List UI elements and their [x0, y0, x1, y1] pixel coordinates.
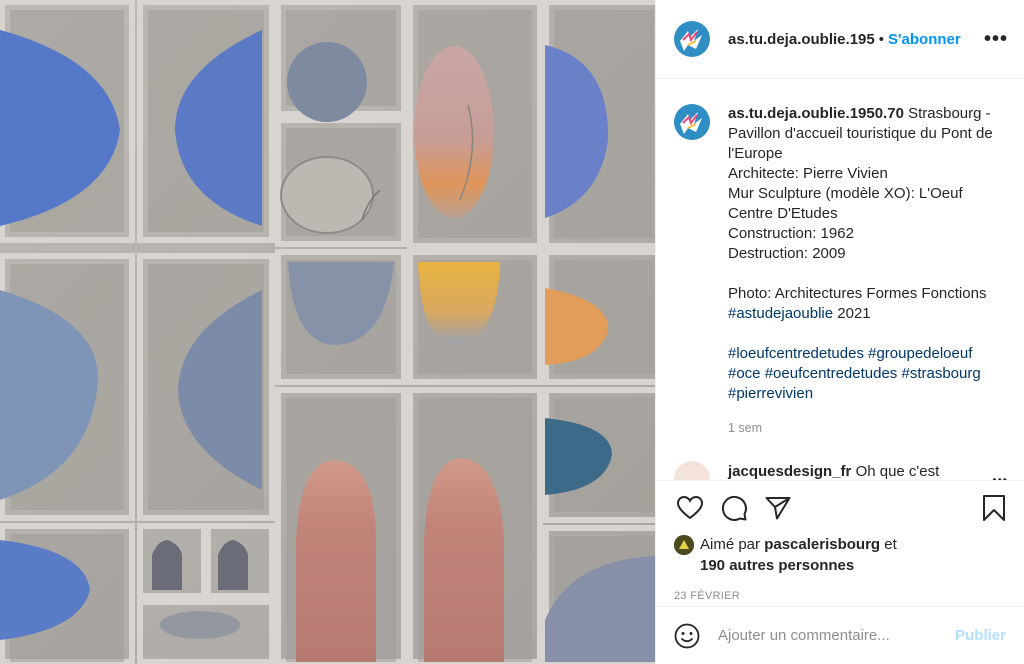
comment-input[interactable] — [718, 627, 956, 644]
likes-summary: Aimé par pascalerisbourg et 190 autres p… — [656, 534, 1024, 576]
comment-body: Oh que c'est — [855, 463, 940, 480]
comment-form: Publier — [656, 606, 1024, 664]
liker-username[interactable]: pascalerisbourg — [764, 536, 880, 553]
comment-bubble-icon[interactable] — [718, 492, 750, 524]
post-date[interactable]: 23 FÉVRIER — [656, 576, 1024, 602]
caption: as.tu.deja.oublie.1950.70 Strasbourg - P… — [656, 79, 1024, 438]
hashtag-link[interactable]: #astudejaoublie — [728, 305, 833, 322]
caption-body: as.tu.deja.oublie.1950.70 Strasbourg - P… — [728, 104, 1008, 438]
caption-text: Strasbourg - Pavillon d'accueil touristi… — [728, 105, 993, 302]
paper-plane-icon[interactable] — [762, 492, 794, 524]
likes-prefix: Aimé par — [700, 536, 765, 553]
hashtag-link[interactable]: #strasbourg — [901, 365, 980, 382]
liker-avatar[interactable] — [674, 535, 694, 555]
caption-avatar[interactable] — [674, 104, 710, 140]
author-username[interactable]: as.tu.deja.oublie.195 — [728, 31, 875, 48]
more-options-icon[interactable]: ••• — [984, 29, 1008, 49]
bookmark-icon[interactable] — [978, 492, 1010, 524]
likes-others-link[interactable]: 190 autres personnes — [700, 557, 854, 574]
heart-icon[interactable] — [674, 492, 706, 524]
likes-mid: et — [880, 536, 897, 553]
caption-timestamp[interactable]: 1 sem — [728, 418, 1008, 438]
hashtag-link[interactable]: #loeufcentredetudes — [728, 345, 864, 362]
hashtag-link[interactable]: #oce — [728, 365, 761, 382]
comment-text: jacquesdesign_fr Oh que c'est — [728, 463, 939, 480]
sculpture-wall-image — [0, 0, 655, 664]
separator-dot: • — [878, 30, 884, 48]
commenter-avatar[interactable] — [674, 461, 710, 480]
comment-options-icon[interactable]: ••• — [992, 473, 1008, 480]
post-sidebar: as.tu.deja.oublie.195 • S'abonner ••• as… — [655, 0, 1024, 664]
comments-section[interactable]: as.tu.deja.oublie.1950.70 Strasbourg - P… — [656, 79, 1024, 480]
author-avatar[interactable] — [674, 21, 710, 57]
actions-bar — [656, 480, 1024, 534]
comment-item: jacquesdesign_fr Oh que c'est — [674, 461, 939, 480]
post-photo[interactable] — [0, 0, 655, 664]
hashtag-link[interactable]: #groupedeloeuf — [868, 345, 972, 362]
post-header: as.tu.deja.oublie.195 • S'abonner ••• — [656, 0, 1024, 79]
hashtag-link[interactable]: #oeufcentredetudes — [765, 365, 898, 382]
caption-username[interactable]: as.tu.deja.oublie.1950.70 — [728, 105, 904, 122]
hashtag-link[interactable]: #pierrevivien — [728, 385, 813, 402]
caption-year: 2021 — [833, 305, 871, 322]
commenter-username[interactable]: jacquesdesign_fr — [728, 463, 851, 480]
publish-button[interactable]: Publier — [955, 627, 1006, 644]
hashtag-list: #loeufcentredetudes #groupedeloeuf #oce … — [728, 344, 1008, 404]
smiley-icon[interactable] — [674, 623, 700, 649]
follow-button[interactable]: S'abonner — [888, 31, 961, 48]
